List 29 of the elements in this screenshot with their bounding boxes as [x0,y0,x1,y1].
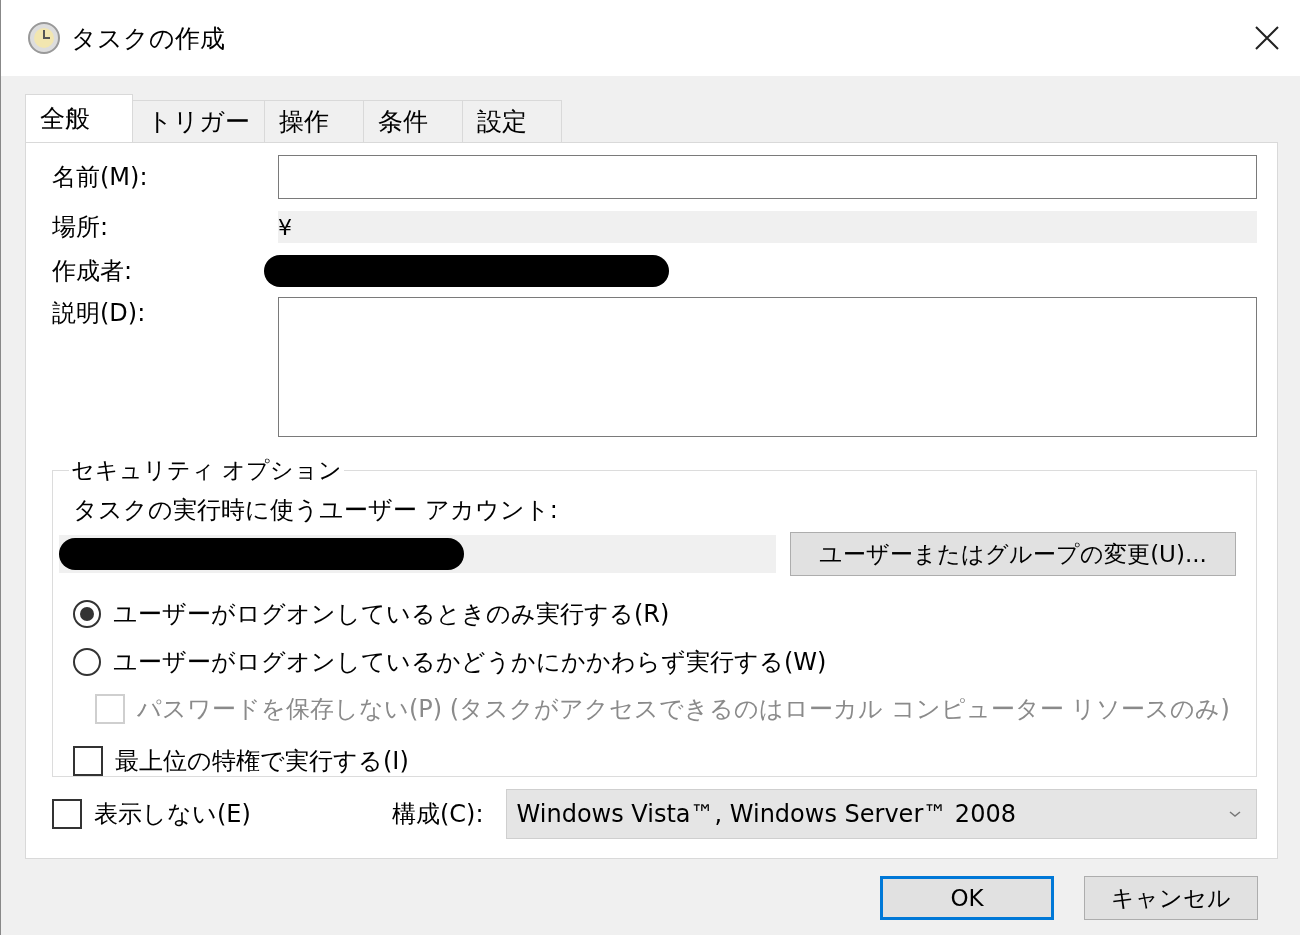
dialog-button[interactable]: キャンセル [1084,876,1258,920]
group-title: セキュリティ オプション [70,456,344,485]
account-label: タスクの実行時に使うユーザー アカウント: [73,495,559,526]
field-label: 名前(M): [52,162,149,193]
tab[interactable]: 全般 [25,94,133,142]
radio-button[interactable] [73,648,101,676]
close-icon[interactable] [1254,25,1280,51]
field-label: 場所: [52,212,110,243]
field-label: 作成者: [52,256,134,287]
name-input[interactable] [278,155,1257,199]
clock-icon [27,21,61,55]
dialog-button[interactable]: OK [880,876,1054,920]
description-input[interactable] [278,297,1257,437]
checkbox[interactable] [52,799,82,829]
option-label: 最上位の特権で実行する(I) [115,746,409,777]
option-label: ユーザーがログオンしているときのみ実行する(R) [113,599,670,630]
configure-dropdown[interactable]: Windows Vista™, Windows Server™ 2008 [505,789,1257,839]
radio-button[interactable] [73,600,101,628]
field-label: 構成(C): [392,799,484,830]
field-label: 説明(D): [52,298,147,329]
option-label: パスワードを保存しない(P) (タスクがアクセスできるのはローカル コンピューター リソースのみ) [137,694,1230,725]
window-title: タスクの作成 [71,22,226,55]
change-user-button[interactable]: ユーザーまたはグループの変更(U)... [790,532,1236,576]
option-label: ユーザーがログオンしているかどうかにかかわらず実行する(W) [113,647,827,678]
option-label: 表示しない(E) [94,799,251,830]
checkbox[interactable] [73,746,103,776]
chevron-icon [1228,809,1242,819]
tab[interactable]: 設定 [462,100,562,142]
location-field: ¥ [278,211,1257,243]
